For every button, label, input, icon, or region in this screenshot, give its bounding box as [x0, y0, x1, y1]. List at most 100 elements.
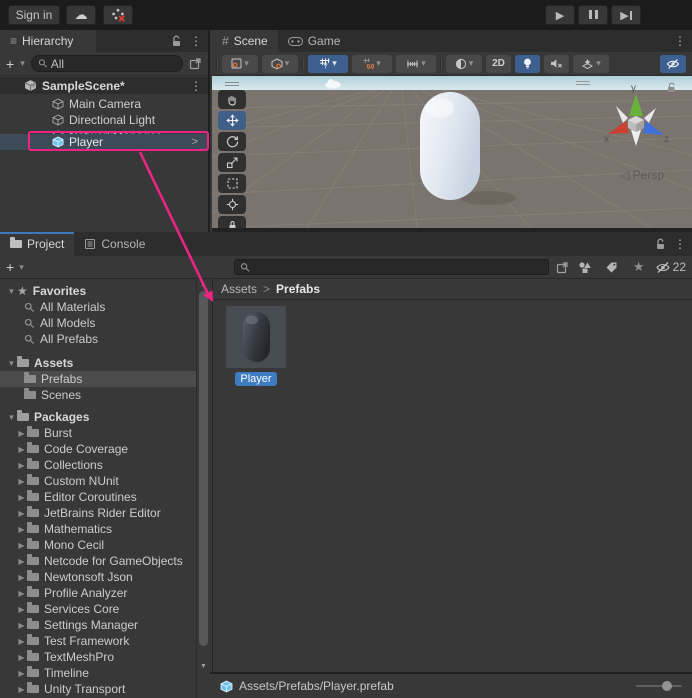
tree-package[interactable]: ▶Services Core — [0, 601, 196, 617]
tab-hierarchy[interactable]: ≡ Hierarchy — [0, 30, 96, 52]
asset-label-selected[interactable]: Player — [226, 371, 286, 385]
picker-window-icon[interactable] — [556, 261, 569, 274]
tab-console[interactable]: Console — [74, 232, 155, 256]
scroll-up-icon[interactable]: ▲ — [197, 281, 210, 288]
tree-package[interactable]: ▶TextMeshPro — [0, 649, 196, 665]
pause-button[interactable] — [578, 5, 608, 25]
scene-header-row[interactable]: ▼ SampleScene* ⋮ — [0, 77, 208, 94]
hierarchy-search-input[interactable] — [51, 57, 176, 71]
tree-package[interactable]: ▶Settings Manager — [0, 617, 196, 633]
tree-all-materials[interactable]: All Materials — [0, 299, 196, 315]
hierarchy-menu-icon[interactable]: ⋮ — [190, 34, 202, 48]
shading-mode-button[interactable]: ▾ — [262, 55, 298, 73]
snap-increment-button[interactable]: ▾ — [396, 55, 436, 73]
slider-track[interactable] — [636, 685, 682, 687]
rect-tool-button[interactable] — [218, 174, 246, 193]
hierarchy-panel: ≡ Hierarchy ⋮ + ▾ ▼ — [0, 30, 210, 232]
scene-panel-menu-icon[interactable]: ⋮ — [674, 34, 686, 48]
tree-package[interactable]: ▶Burst — [0, 425, 196, 441]
tree-package[interactable]: ▶JetBrains Rider Editor — [0, 505, 196, 521]
audio-mute-button[interactable] — [544, 55, 569, 73]
move-tool-button[interactable] — [218, 111, 246, 130]
grid-snapping-button[interactable]: ▾ — [352, 55, 392, 73]
scene-menu-icon[interactable]: ⋮ — [190, 79, 202, 93]
create-plus-icon[interactable]: + — [6, 56, 14, 72]
tree-package[interactable]: ▶Netcode for GameObjects — [0, 553, 196, 569]
tree-scenes[interactable]: Scenes — [0, 387, 196, 403]
tree-package[interactable]: ▶Test Framework — [0, 633, 196, 649]
tree-label: Scenes — [41, 388, 81, 402]
create-dropdown-icon[interactable]: ▾ — [19, 262, 24, 273]
scene-viewport[interactable]: x y z ◁ Persp — [212, 76, 692, 228]
create-plus-icon[interactable]: + — [6, 259, 14, 275]
search-by-type-button[interactable] — [574, 258, 596, 276]
step-button[interactable]: ▶ — [611, 5, 641, 25]
tree-scrollbar[interactable]: ▲ ▼ — [196, 279, 210, 698]
scrollbar-thumb[interactable] — [199, 291, 208, 646]
hierarchy-search-field[interactable] — [31, 55, 183, 72]
lock-icon[interactable] — [655, 238, 666, 250]
hierarchy-item-main-camera[interactable]: Main Camera — [0, 96, 208, 112]
tab-game[interactable]: Game — [278, 30, 351, 52]
project-folder-tree: ▼ ★ Favorites All Materials All Models A… — [0, 279, 196, 698]
tree-package[interactable]: ▶Collections — [0, 457, 196, 473]
camera-doodad-button[interactable]: ▾ — [446, 55, 482, 73]
prefab-open-chevron[interactable]: > — [192, 136, 198, 148]
breadcrumb-current[interactable]: Prefabs — [276, 282, 320, 296]
tools-grip[interactable] — [218, 80, 246, 88]
tree-favorites[interactable]: ▼ ★ Favorites — [0, 283, 196, 299]
thumbnail-size-slider[interactable] — [636, 685, 682, 687]
hierarchy-item-player[interactable]: Player > — [0, 134, 208, 150]
play-button[interactable]: ▶ — [545, 5, 575, 25]
tree-package[interactable]: ▶Timeline — [0, 665, 196, 681]
rotate-tool-button[interactable] — [218, 132, 246, 151]
hierarchy-item-directional-light[interactable]: Directional Light — [0, 112, 208, 128]
hand-tool-button[interactable] — [218, 90, 246, 109]
lighting-toggle-button[interactable] — [515, 55, 540, 73]
project-search-input[interactable] — [254, 260, 543, 274]
tree-package[interactable]: ▶Editor Coroutines — [0, 489, 196, 505]
tree-all-models[interactable]: All Models — [0, 315, 196, 331]
gizmo-overlay-grip[interactable] — [576, 81, 590, 87]
project-menu-icon[interactable]: ⋮ — [674, 237, 686, 251]
prefab-cube-icon — [220, 680, 233, 693]
tree-package[interactable]: ▶Mono Cecil — [0, 537, 196, 553]
2d-toggle-button[interactable]: 2D — [486, 55, 511, 73]
create-dropdown-icon[interactable]: ▾ — [20, 58, 25, 69]
tree-package[interactable]: ▶Unity Transport — [0, 681, 196, 697]
lock-icon[interactable] — [171, 35, 182, 47]
tree-all-prefabs[interactable]: All Prefabs — [0, 331, 196, 347]
grid-visibility-button[interactable]: Y ▾ — [308, 55, 348, 73]
step-icon: ▶ — [620, 9, 631, 22]
transform-tool-button[interactable] — [218, 195, 246, 214]
favorites-button[interactable]: ★ — [628, 258, 650, 276]
tree-prefabs-selected[interactable]: Prefabs — [0, 371, 196, 387]
hidden-packages-toggle[interactable]: 22 — [655, 260, 686, 274]
project-search-field[interactable] — [234, 259, 549, 275]
tree-assets[interactable]: ▼ Assets — [0, 355, 196, 371]
effects-button[interactable]: ▾ — [573, 55, 609, 73]
tree-package[interactable]: ▶Mathematics — [0, 521, 196, 537]
tree-package[interactable]: ▶Code Coverage — [0, 441, 196, 457]
tree-package[interactable]: ▶Profile Analyzer — [0, 585, 196, 601]
cloud-services-button[interactable]: ☁ — [66, 5, 96, 25]
draw-mode-button[interactable]: ▾ — [222, 55, 258, 73]
slider-knob[interactable] — [662, 681, 672, 691]
scene-collapse-icon[interactable]: ▼ — [28, 81, 39, 90]
breadcrumb-root[interactable]: Assets — [221, 282, 257, 296]
scene-visibility-button[interactable] — [660, 55, 686, 73]
search-by-label-button[interactable] — [601, 258, 623, 276]
tree-packages[interactable]: ▼ Packages — [0, 409, 196, 425]
custom-tool-button[interactable] — [218, 216, 246, 228]
picker-window-icon[interactable] — [189, 57, 202, 70]
tab-project[interactable]: Project — [0, 232, 74, 256]
asset-player-prefab[interactable] — [226, 306, 286, 368]
scale-tool-button[interactable] — [218, 153, 246, 172]
sign-in-button[interactable]: Sign in — [8, 5, 60, 25]
tree-package[interactable]: ▶Newtonsoft Json — [0, 569, 196, 585]
collab-status-button[interactable] — [103, 5, 133, 25]
scroll-down-icon[interactable]: ▼ — [197, 663, 210, 670]
tab-scene[interactable]: # Scene — [212, 30, 278, 52]
tree-package[interactable]: ▶Custom NUnit — [0, 473, 196, 489]
perspective-label[interactable]: ◁ Persp — [620, 168, 664, 182]
